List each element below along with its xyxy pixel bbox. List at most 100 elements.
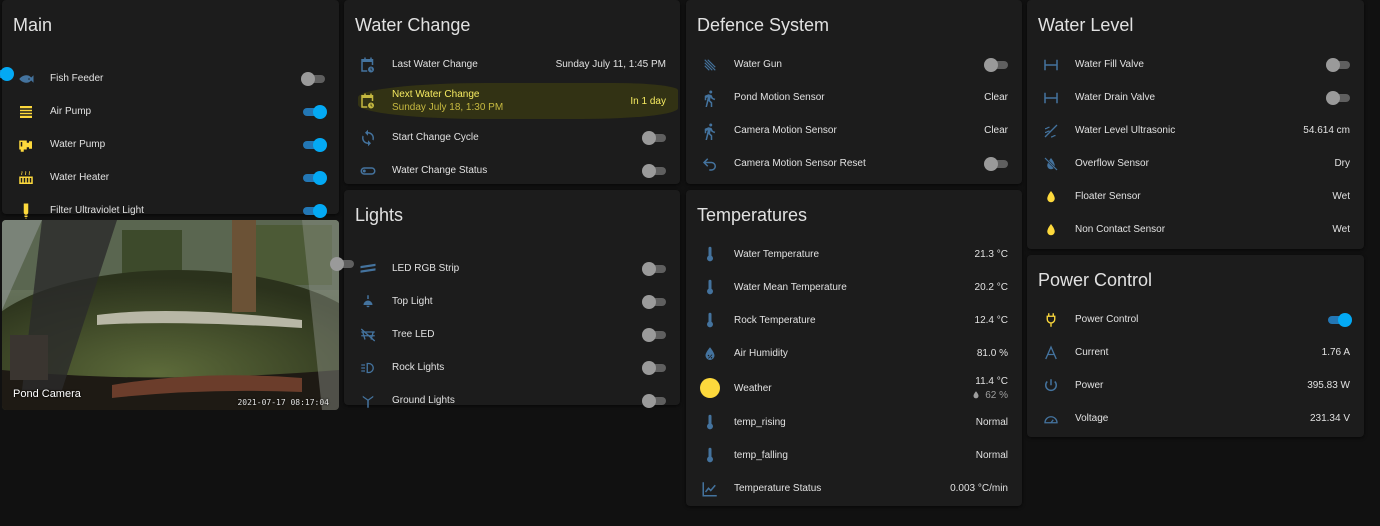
entity-row-floater-sensor[interactable]: Floater Sensor Wet [1027,180,1364,213]
power-control-toggle[interactable] [1326,312,1352,327]
row-label: Non Contact Sensor [1075,224,1166,235]
tree-led-icon [354,323,382,347]
card-title-main: Main [13,15,53,35]
next-water-change-date: Sunday July 18, 1:30 PM [392,102,504,113]
card-title-defence: Defence System [697,15,830,35]
filter-uv-toggle[interactable] [301,203,327,218]
entity-row-water-heater[interactable]: Water Heater [2,161,339,194]
entity-row-fish-feeder[interactable]: Fish Feeder [2,62,339,95]
card-title-power-control: Power Control [1038,270,1153,290]
row-label: Rock Lights [392,362,445,373]
air-pump-toggle[interactable] [301,104,327,119]
led-rgb-strip-toggle[interactable] [642,261,666,276]
water-temperature-value: 21.3 °C [974,249,1008,260]
led-strip-icon [354,257,382,281]
tree-led-toggle[interactable] [642,327,666,342]
pond-motion-value: Clear [984,92,1008,103]
row-label: Fish Feeder [50,73,104,84]
power-icon [1037,374,1065,398]
entity-row-temperature-status[interactable]: Temperature Status 0.003 °C/min [686,472,1022,505]
start-change-cycle-toggle[interactable] [642,130,666,145]
camera-label: Pond Camera [13,388,81,400]
rock-temperature-value: 12.4 °C [974,315,1008,326]
card-title-water-level: Water Level [1038,15,1134,35]
gauge-icon [1037,407,1065,431]
row-label: Water Drain Valve [1075,92,1156,103]
row-label: Water Change Status [392,165,488,176]
card-title-lights: Lights [355,205,404,225]
entity-row-last-water-change[interactable]: Last Water Change Sunday July 11, 1:45 P… [344,48,680,81]
water-mean-temperature-value: 20.2 °C [974,282,1008,293]
toggle-switch-icon [354,159,382,183]
entity-row-water-mean-temperature[interactable]: Water Mean Temperature 20.2 °C [686,271,1022,304]
entity-row-voltage[interactable]: Voltage 231.34 V [1027,402,1364,435]
entity-row-pond-motion[interactable]: Pond Motion Sensor Clear [686,81,1022,114]
temperature-status-value: 0.003 °C/min [950,483,1008,494]
next-water-change-value: In 1 day [630,95,666,107]
weather-humidity-value: 62 % [985,389,1008,401]
entity-row-water-change-status[interactable]: Water Change Status [344,154,680,187]
row-label: Start Change Cycle [392,132,479,143]
entity-row-water-fill-valve[interactable]: Water Fill Valve [1027,48,1364,81]
pond-camera-feed[interactable]: Pond Camera 2021-07-17 08:17:04 [2,220,339,410]
current-ac-icon [1037,341,1065,365]
row-label: Air Humidity [734,348,788,359]
entity-row-led-rgb-strip[interactable]: LED RGB Strip [344,252,680,285]
entity-row-non-contact-sensor[interactable]: Non Contact Sensor Wet [1027,213,1364,246]
entity-row-water-level-ultrasonic[interactable]: Water Level Ultrasonic 54.614 cm [1027,114,1364,147]
entity-row-water-pump[interactable]: Water Pump [2,128,339,161]
row-label: Water Fill Valve [1075,59,1144,70]
entity-row-power[interactable]: Power 395.83 W [1027,369,1364,402]
entity-row-rock-temperature[interactable]: Rock Temperature 12.4 °C [686,304,1022,337]
undo-icon [696,152,724,176]
entity-row-temp-falling[interactable]: temp_falling Normal [686,439,1022,472]
water-off-icon [1037,152,1065,176]
water-heater-toggle[interactable] [301,170,327,185]
entity-row-top-light[interactable]: Top Light [344,285,680,318]
entity-row-camera-motion[interactable]: Camera Motion Sensor Clear [686,114,1022,147]
power-value: 395.83 W [1307,380,1350,391]
lights-card: Lights LED RGB Strip Top Light Tree LED … [330,190,680,408]
next-water-change-label: Next Water Change [392,89,480,100]
entity-row-air-pump[interactable]: Air Pump [2,95,339,128]
row-label: Pond Motion Sensor [734,92,825,103]
entity-row-water-gun[interactable]: Water Gun [686,48,1022,81]
entity-row-temp-rising[interactable]: temp_rising Normal [686,406,1022,439]
row-label: Rock Temperature [734,315,816,326]
row-label: Temperature Status [734,483,822,494]
entity-row-ground-lights[interactable]: Ground Lights [344,384,680,417]
water-fill-valve-toggle[interactable] [1326,57,1350,72]
water-pump-icon [12,133,40,157]
entity-row-air-humidity[interactable]: Air Humidity 81.0 % [686,337,1022,370]
row-label: Power Control [1075,314,1139,325]
ground-lights-toggle[interactable] [642,393,666,408]
fish-feeder-toggle[interactable] [301,71,325,86]
entity-row-water-temperature[interactable]: Water Temperature 21.3 °C [686,238,1022,271]
entity-row-tree-led[interactable]: Tree LED [344,318,680,351]
entity-row-weather[interactable]: Weather 11.4 °C 62 % [686,370,1022,406]
air-filter-icon [12,100,40,124]
camera-motion-reset-toggle[interactable] [984,156,1008,171]
top-light-toggle[interactable] [642,294,666,309]
water-drain-valve-toggle[interactable] [1326,90,1350,105]
row-label: Current [1075,347,1109,358]
rock-lights-toggle[interactable] [642,360,666,375]
row-label: Water Gun [734,59,782,70]
thermometer-icon [696,276,724,300]
row-label: Air Pump [50,106,92,117]
water-pump-toggle[interactable] [301,137,327,152]
entity-row-power-control[interactable]: Power Control [1027,303,1364,336]
entity-row-start-change-cycle[interactable]: Start Change Cycle [344,121,680,154]
entity-row-camera-motion-reset[interactable]: Camera Motion Sensor Reset [686,147,1022,180]
entity-row-overflow-sensor[interactable]: Overflow Sensor Dry [1027,147,1364,180]
camera-image [2,220,339,410]
thermometer-icon [696,444,724,468]
water-gun-toggle[interactable] [984,57,1008,72]
entity-row-next-water-change[interactable]: Next Water Change Sunday July 18, 1:30 P… [344,81,680,121]
row-label: Water Temperature [734,249,820,260]
entity-row-rock-lights[interactable]: Rock Lights [344,351,680,384]
row-label: Camera Motion Sensor Reset [734,158,866,169]
entity-row-water-drain-valve[interactable]: Water Drain Valve [1027,81,1364,114]
entity-row-current[interactable]: Current 1.76 A [1027,336,1364,369]
water-change-status-toggle[interactable] [642,163,666,178]
